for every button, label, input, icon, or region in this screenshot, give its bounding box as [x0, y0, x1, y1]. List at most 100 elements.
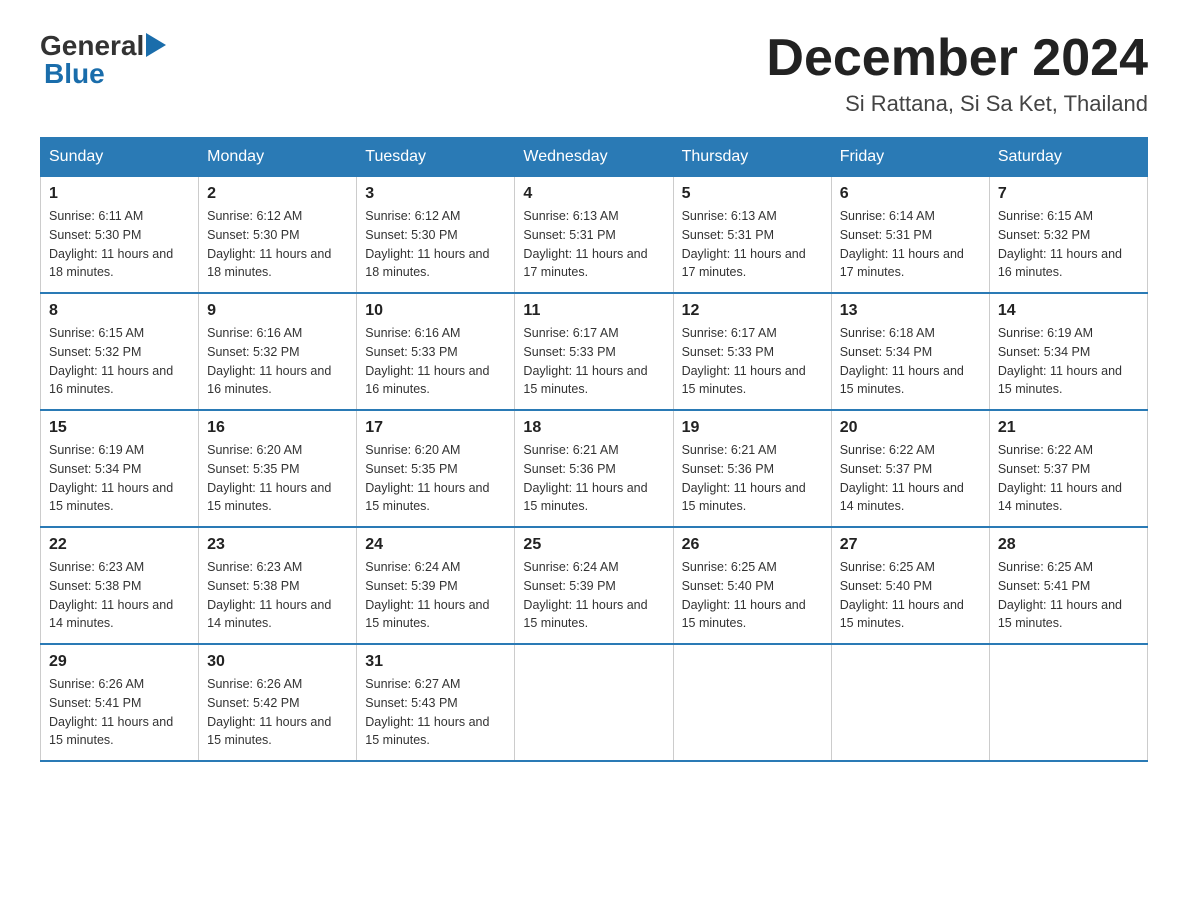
day-number: 14	[998, 302, 1139, 320]
calendar-cell: 12 Sunrise: 6:17 AMSunset: 5:33 PMDaylig…	[673, 293, 831, 410]
day-number: 11	[523, 302, 664, 320]
day-info: Sunrise: 6:21 AMSunset: 5:36 PMDaylight:…	[682, 443, 806, 513]
header-wednesday: Wednesday	[515, 138, 673, 177]
day-number: 6	[840, 185, 981, 203]
day-info: Sunrise: 6:18 AMSunset: 5:34 PMDaylight:…	[840, 326, 964, 396]
calendar-week-3: 15 Sunrise: 6:19 AMSunset: 5:34 PMDaylig…	[41, 410, 1148, 527]
day-info: Sunrise: 6:17 AMSunset: 5:33 PMDaylight:…	[523, 326, 647, 396]
day-number: 2	[207, 185, 348, 203]
calendar-cell: 21 Sunrise: 6:22 AMSunset: 5:37 PMDaylig…	[989, 410, 1147, 527]
day-number: 29	[49, 653, 190, 671]
logo-triangle-icon	[146, 33, 166, 57]
location-subtitle: Si Rattana, Si Sa Ket, Thailand	[766, 91, 1148, 117]
day-number: 24	[365, 536, 506, 554]
day-info: Sunrise: 6:25 AMSunset: 5:40 PMDaylight:…	[840, 560, 964, 630]
day-number: 10	[365, 302, 506, 320]
day-number: 19	[682, 419, 823, 437]
calendar-cell: 4 Sunrise: 6:13 AMSunset: 5:31 PMDayligh…	[515, 177, 673, 294]
calendar-cell: 2 Sunrise: 6:12 AMSunset: 5:30 PMDayligh…	[199, 177, 357, 294]
calendar-cell: 3 Sunrise: 6:12 AMSunset: 5:30 PMDayligh…	[357, 177, 515, 294]
month-title: December 2024	[766, 30, 1148, 87]
day-number: 5	[682, 185, 823, 203]
header-sunday: Sunday	[41, 138, 199, 177]
day-info: Sunrise: 6:22 AMSunset: 5:37 PMDaylight:…	[998, 443, 1122, 513]
day-number: 1	[49, 185, 190, 203]
day-number: 16	[207, 419, 348, 437]
calendar-cell: 18 Sunrise: 6:21 AMSunset: 5:36 PMDaylig…	[515, 410, 673, 527]
calendar-week-1: 1 Sunrise: 6:11 AMSunset: 5:30 PMDayligh…	[41, 177, 1148, 294]
calendar-cell: 24 Sunrise: 6:24 AMSunset: 5:39 PMDaylig…	[357, 527, 515, 644]
day-number: 21	[998, 419, 1139, 437]
day-number: 31	[365, 653, 506, 671]
calendar-cell: 5 Sunrise: 6:13 AMSunset: 5:31 PMDayligh…	[673, 177, 831, 294]
header-friday: Friday	[831, 138, 989, 177]
calendar-cell: 11 Sunrise: 6:17 AMSunset: 5:33 PMDaylig…	[515, 293, 673, 410]
day-info: Sunrise: 6:17 AMSunset: 5:33 PMDaylight:…	[682, 326, 806, 396]
calendar-cell	[673, 644, 831, 761]
calendar-cell	[831, 644, 989, 761]
calendar-cell: 19 Sunrise: 6:21 AMSunset: 5:36 PMDaylig…	[673, 410, 831, 527]
calendar-cell: 9 Sunrise: 6:16 AMSunset: 5:32 PMDayligh…	[199, 293, 357, 410]
day-number: 17	[365, 419, 506, 437]
day-number: 13	[840, 302, 981, 320]
day-number: 12	[682, 302, 823, 320]
day-info: Sunrise: 6:20 AMSunset: 5:35 PMDaylight:…	[207, 443, 331, 513]
day-number: 8	[49, 302, 190, 320]
day-info: Sunrise: 6:11 AMSunset: 5:30 PMDaylight:…	[49, 209, 173, 279]
day-number: 18	[523, 419, 664, 437]
calendar-cell: 6 Sunrise: 6:14 AMSunset: 5:31 PMDayligh…	[831, 177, 989, 294]
day-number: 3	[365, 185, 506, 203]
calendar-cell: 10 Sunrise: 6:16 AMSunset: 5:33 PMDaylig…	[357, 293, 515, 410]
logo: General Blue	[40, 30, 166, 90]
header-monday: Monday	[199, 138, 357, 177]
calendar-cell: 23 Sunrise: 6:23 AMSunset: 5:38 PMDaylig…	[199, 527, 357, 644]
day-number: 25	[523, 536, 664, 554]
day-info: Sunrise: 6:25 AMSunset: 5:40 PMDaylight:…	[682, 560, 806, 630]
calendar-cell: 16 Sunrise: 6:20 AMSunset: 5:35 PMDaylig…	[199, 410, 357, 527]
calendar-week-4: 22 Sunrise: 6:23 AMSunset: 5:38 PMDaylig…	[41, 527, 1148, 644]
calendar-cell: 29 Sunrise: 6:26 AMSunset: 5:41 PMDaylig…	[41, 644, 199, 761]
day-info: Sunrise: 6:26 AMSunset: 5:41 PMDaylight:…	[49, 677, 173, 747]
day-info: Sunrise: 6:19 AMSunset: 5:34 PMDaylight:…	[998, 326, 1122, 396]
day-number: 26	[682, 536, 823, 554]
calendar-cell: 31 Sunrise: 6:27 AMSunset: 5:43 PMDaylig…	[357, 644, 515, 761]
day-info: Sunrise: 6:16 AMSunset: 5:33 PMDaylight:…	[365, 326, 489, 396]
day-info: Sunrise: 6:27 AMSunset: 5:43 PMDaylight:…	[365, 677, 489, 747]
calendar-cell	[989, 644, 1147, 761]
calendar-week-2: 8 Sunrise: 6:15 AMSunset: 5:32 PMDayligh…	[41, 293, 1148, 410]
day-number: 4	[523, 185, 664, 203]
calendar-cell: 27 Sunrise: 6:25 AMSunset: 5:40 PMDaylig…	[831, 527, 989, 644]
day-info: Sunrise: 6:13 AMSunset: 5:31 PMDaylight:…	[523, 209, 647, 279]
day-info: Sunrise: 6:12 AMSunset: 5:30 PMDaylight:…	[207, 209, 331, 279]
calendar-cell: 13 Sunrise: 6:18 AMSunset: 5:34 PMDaylig…	[831, 293, 989, 410]
day-number: 22	[49, 536, 190, 554]
day-info: Sunrise: 6:20 AMSunset: 5:35 PMDaylight:…	[365, 443, 489, 513]
calendar-table: SundayMondayTuesdayWednesdayThursdayFrid…	[40, 137, 1148, 762]
day-number: 7	[998, 185, 1139, 203]
calendar-cell: 7 Sunrise: 6:15 AMSunset: 5:32 PMDayligh…	[989, 177, 1147, 294]
day-info: Sunrise: 6:24 AMSunset: 5:39 PMDaylight:…	[523, 560, 647, 630]
header-saturday: Saturday	[989, 138, 1147, 177]
calendar-cell	[515, 644, 673, 761]
calendar-cell: 15 Sunrise: 6:19 AMSunset: 5:34 PMDaylig…	[41, 410, 199, 527]
calendar-cell: 25 Sunrise: 6:24 AMSunset: 5:39 PMDaylig…	[515, 527, 673, 644]
day-number: 27	[840, 536, 981, 554]
day-info: Sunrise: 6:23 AMSunset: 5:38 PMDaylight:…	[49, 560, 173, 630]
calendar-cell: 22 Sunrise: 6:23 AMSunset: 5:38 PMDaylig…	[41, 527, 199, 644]
day-number: 9	[207, 302, 348, 320]
day-info: Sunrise: 6:24 AMSunset: 5:39 PMDaylight:…	[365, 560, 489, 630]
calendar-cell: 8 Sunrise: 6:15 AMSunset: 5:32 PMDayligh…	[41, 293, 199, 410]
day-info: Sunrise: 6:19 AMSunset: 5:34 PMDaylight:…	[49, 443, 173, 513]
day-number: 20	[840, 419, 981, 437]
day-info: Sunrise: 6:23 AMSunset: 5:38 PMDaylight:…	[207, 560, 331, 630]
day-info: Sunrise: 6:15 AMSunset: 5:32 PMDaylight:…	[49, 326, 173, 396]
calendar-cell: 1 Sunrise: 6:11 AMSunset: 5:30 PMDayligh…	[41, 177, 199, 294]
day-info: Sunrise: 6:16 AMSunset: 5:32 PMDaylight:…	[207, 326, 331, 396]
title-section: December 2024 Si Rattana, Si Sa Ket, Tha…	[766, 30, 1148, 117]
day-info: Sunrise: 6:25 AMSunset: 5:41 PMDaylight:…	[998, 560, 1122, 630]
calendar-cell: 20 Sunrise: 6:22 AMSunset: 5:37 PMDaylig…	[831, 410, 989, 527]
calendar-week-5: 29 Sunrise: 6:26 AMSunset: 5:41 PMDaylig…	[41, 644, 1148, 761]
header-thursday: Thursday	[673, 138, 831, 177]
day-info: Sunrise: 6:21 AMSunset: 5:36 PMDaylight:…	[523, 443, 647, 513]
day-number: 30	[207, 653, 348, 671]
